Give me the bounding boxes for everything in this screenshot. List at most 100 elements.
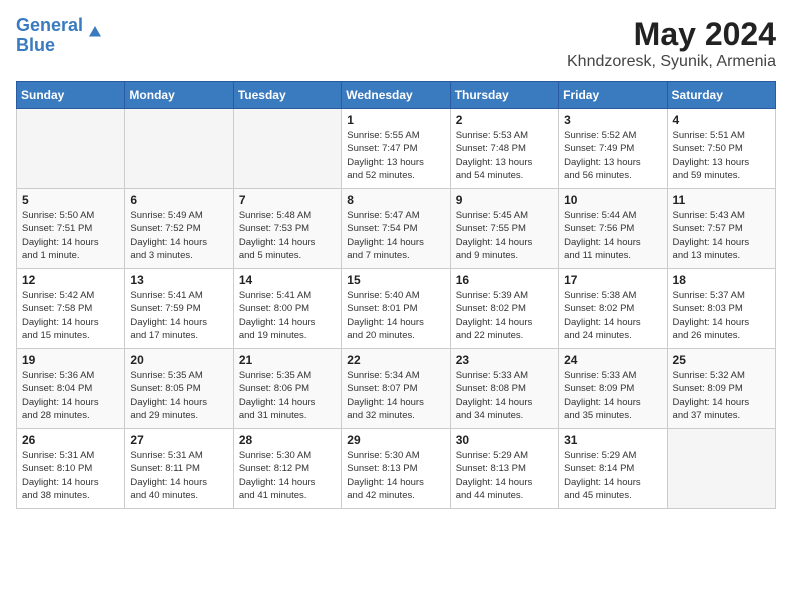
page-header: GeneralBlue May 2024 Khndzoresk, Syunik,… xyxy=(16,16,776,71)
calendar-cell: 31Sunrise: 5:29 AMSunset: 8:14 PMDayligh… xyxy=(559,429,667,509)
calendar-cell xyxy=(233,109,341,189)
calendar-cell: 13Sunrise: 5:41 AMSunset: 7:59 PMDayligh… xyxy=(125,269,233,349)
calendar-cell: 23Sunrise: 5:33 AMSunset: 8:08 PMDayligh… xyxy=(450,349,558,429)
day-number: 7 xyxy=(239,193,336,207)
day-number: 23 xyxy=(456,353,553,367)
day-info: Sunrise: 5:52 AMSunset: 7:49 PMDaylight:… xyxy=(564,129,661,182)
day-number: 18 xyxy=(673,273,770,287)
weekday-header: Thursday xyxy=(450,82,558,109)
day-number: 10 xyxy=(564,193,661,207)
calendar-table: SundayMondayTuesdayWednesdayThursdayFrid… xyxy=(16,81,776,509)
day-info: Sunrise: 5:42 AMSunset: 7:58 PMDaylight:… xyxy=(22,289,119,342)
calendar-cell: 18 Sunrise: 5:37 AMSunset: 8:03 PMDayligh… xyxy=(667,269,775,349)
calendar-cell: 2 Sunrise: 5:53 AMSunset: 7:48 PMDaylight… xyxy=(450,109,558,189)
logo-icon xyxy=(86,23,104,41)
day-number: 19 xyxy=(22,353,119,367)
weekday-header: Monday xyxy=(125,82,233,109)
day-number: 5 xyxy=(22,193,119,207)
day-info: Sunrise: 5:55 AMSunset: 7:47 PMDaylight:… xyxy=(347,129,444,182)
calendar-week-row: 26 Sunrise: 5:31 AMSunset: 8:10 PMDayligh… xyxy=(17,429,776,509)
day-number: 2 xyxy=(456,113,553,127)
day-info: Sunrise: 5:39 AMSunset: 8:02 PMDaylight:… xyxy=(456,289,553,342)
day-info: Sunrise: 5:35 AMSunset: 8:06 PMDaylight:… xyxy=(239,369,336,422)
day-info: Sunrise: 5:31 AMSunset: 8:10 PMDaylight:… xyxy=(22,449,119,502)
calendar-cell: 24 Sunrise: 5:33 AMSunset: 8:09 PMDayligh… xyxy=(559,349,667,429)
day-number: 29 xyxy=(347,433,444,447)
day-info: Sunrise: 5:38 AMSunset: 8:02 PMDaylight:… xyxy=(564,289,661,342)
calendar-cell: 29 Sunrise: 5:30 AMSunset: 8:13 PMDayligh… xyxy=(342,429,450,509)
calendar-week-row: 1Sunrise: 5:55 AMSunset: 7:47 PMDaylight… xyxy=(17,109,776,189)
day-number: 28 xyxy=(239,433,336,447)
day-info: Sunrise: 5:31 AMSunset: 8:11 PMDaylight:… xyxy=(130,449,227,502)
day-info: Sunrise: 5:29 AMSunset: 8:14 PMDaylight:… xyxy=(564,449,661,502)
day-info: Sunrise: 5:44 AMSunset: 7:56 PMDaylight:… xyxy=(564,209,661,262)
day-info: Sunrise: 5:29 AMSunset: 8:13 PMDaylight:… xyxy=(456,449,553,502)
day-number: 24 xyxy=(564,353,661,367)
logo: GeneralBlue xyxy=(16,16,104,56)
day-info: Sunrise: 5:37 AMSunset: 8:03 PMDaylight:… xyxy=(673,289,770,342)
weekday-header: Sunday xyxy=(17,82,125,109)
calendar-header: SundayMondayTuesdayWednesdayThursdayFrid… xyxy=(17,82,776,109)
calendar-cell: 14Sunrise: 5:41 AMSunset: 8:00 PMDayligh… xyxy=(233,269,341,349)
day-number: 25 xyxy=(673,353,770,367)
calendar-cell: 22 Sunrise: 5:34 AMSunset: 8:07 PMDayligh… xyxy=(342,349,450,429)
calendar-cell: 19 Sunrise: 5:36 AMSunset: 8:04 PMDayligh… xyxy=(17,349,125,429)
day-number: 26 xyxy=(22,433,119,447)
day-info: Sunrise: 5:47 AMSunset: 7:54 PMDaylight:… xyxy=(347,209,444,262)
day-number: 11 xyxy=(673,193,770,207)
calendar-cell: 1Sunrise: 5:55 AMSunset: 7:47 PMDaylight… xyxy=(342,109,450,189)
calendar-cell: 27Sunrise: 5:31 AMSunset: 8:11 PMDayligh… xyxy=(125,429,233,509)
day-number: 6 xyxy=(130,193,227,207)
day-number: 9 xyxy=(456,193,553,207)
day-info: Sunrise: 5:33 AMSunset: 8:09 PMDaylight:… xyxy=(564,369,661,422)
title-block: May 2024 Khndzoresk, Syunik, Armenia xyxy=(567,16,776,71)
calendar-cell: 3 Sunrise: 5:52 AMSunset: 7:49 PMDaylight… xyxy=(559,109,667,189)
calendar-cell: 11Sunrise: 5:43 AMSunset: 7:57 PMDayligh… xyxy=(667,189,775,269)
day-info: Sunrise: 5:40 AMSunset: 8:01 PMDaylight:… xyxy=(347,289,444,342)
day-info: Sunrise: 5:49 AMSunset: 7:52 PMDaylight:… xyxy=(130,209,227,262)
weekday-header: Saturday xyxy=(667,82,775,109)
day-number: 8 xyxy=(347,193,444,207)
calendar-cell: 21 Sunrise: 5:35 AMSunset: 8:06 PMDayligh… xyxy=(233,349,341,429)
day-number: 14 xyxy=(239,273,336,287)
location: Khndzoresk, Syunik, Armenia xyxy=(567,53,776,71)
day-number: 15 xyxy=(347,273,444,287)
calendar-cell: 5 Sunrise: 5:50 AMSunset: 7:51 PMDaylight… xyxy=(17,189,125,269)
day-number: 12 xyxy=(22,273,119,287)
calendar-cell: 28 Sunrise: 5:30 AMSunset: 8:12 PMDayligh… xyxy=(233,429,341,509)
calendar-cell: 6 Sunrise: 5:49 AMSunset: 7:52 PMDaylight… xyxy=(125,189,233,269)
calendar-cell: 20 Sunrise: 5:35 AMSunset: 8:05 PMDayligh… xyxy=(125,349,233,429)
logo-text: GeneralBlue xyxy=(16,16,83,56)
weekday-header: Tuesday xyxy=(233,82,341,109)
day-info: Sunrise: 5:53 AMSunset: 7:48 PMDaylight:… xyxy=(456,129,553,182)
calendar-cell: 26 Sunrise: 5:31 AMSunset: 8:10 PMDayligh… xyxy=(17,429,125,509)
day-info: Sunrise: 5:45 AMSunset: 7:55 PMDaylight:… xyxy=(456,209,553,262)
calendar-cell xyxy=(125,109,233,189)
day-number: 16 xyxy=(456,273,553,287)
calendar-week-row: 19 Sunrise: 5:36 AMSunset: 8:04 PMDayligh… xyxy=(17,349,776,429)
day-info: Sunrise: 5:36 AMSunset: 8:04 PMDaylight:… xyxy=(22,369,119,422)
day-info: Sunrise: 5:30 AMSunset: 8:12 PMDaylight:… xyxy=(239,449,336,502)
calendar-cell: 7 Sunrise: 5:48 AMSunset: 7:53 PMDaylight… xyxy=(233,189,341,269)
day-info: Sunrise: 5:35 AMSunset: 8:05 PMDaylight:… xyxy=(130,369,227,422)
calendar-cell: 12 Sunrise: 5:42 AMSunset: 7:58 PMDayligh… xyxy=(17,269,125,349)
day-number: 4 xyxy=(673,113,770,127)
weekday-header: Friday xyxy=(559,82,667,109)
day-info: Sunrise: 5:32 AMSunset: 8:09 PMDaylight:… xyxy=(673,369,770,422)
calendar-week-row: 5 Sunrise: 5:50 AMSunset: 7:51 PMDaylight… xyxy=(17,189,776,269)
calendar-cell: 4Sunrise: 5:51 AMSunset: 7:50 PMDaylight… xyxy=(667,109,775,189)
weekday-row: SundayMondayTuesdayWednesdayThursdayFrid… xyxy=(17,82,776,109)
calendar-cell: 15 Sunrise: 5:40 AMSunset: 8:01 PMDayligh… xyxy=(342,269,450,349)
day-number: 30 xyxy=(456,433,553,447)
day-number: 20 xyxy=(130,353,227,367)
day-number: 3 xyxy=(564,113,661,127)
day-info: Sunrise: 5:41 AMSunset: 7:59 PMDaylight:… xyxy=(130,289,227,342)
day-number: 21 xyxy=(239,353,336,367)
day-info: Sunrise: 5:48 AMSunset: 7:53 PMDaylight:… xyxy=(239,209,336,262)
day-info: Sunrise: 5:30 AMSunset: 8:13 PMDaylight:… xyxy=(347,449,444,502)
day-info: Sunrise: 5:50 AMSunset: 7:51 PMDaylight:… xyxy=(22,209,119,262)
calendar-body: 1Sunrise: 5:55 AMSunset: 7:47 PMDaylight… xyxy=(17,109,776,509)
calendar-cell: 8 Sunrise: 5:47 AMSunset: 7:54 PMDaylight… xyxy=(342,189,450,269)
day-number: 22 xyxy=(347,353,444,367)
day-info: Sunrise: 5:34 AMSunset: 8:07 PMDaylight:… xyxy=(347,369,444,422)
